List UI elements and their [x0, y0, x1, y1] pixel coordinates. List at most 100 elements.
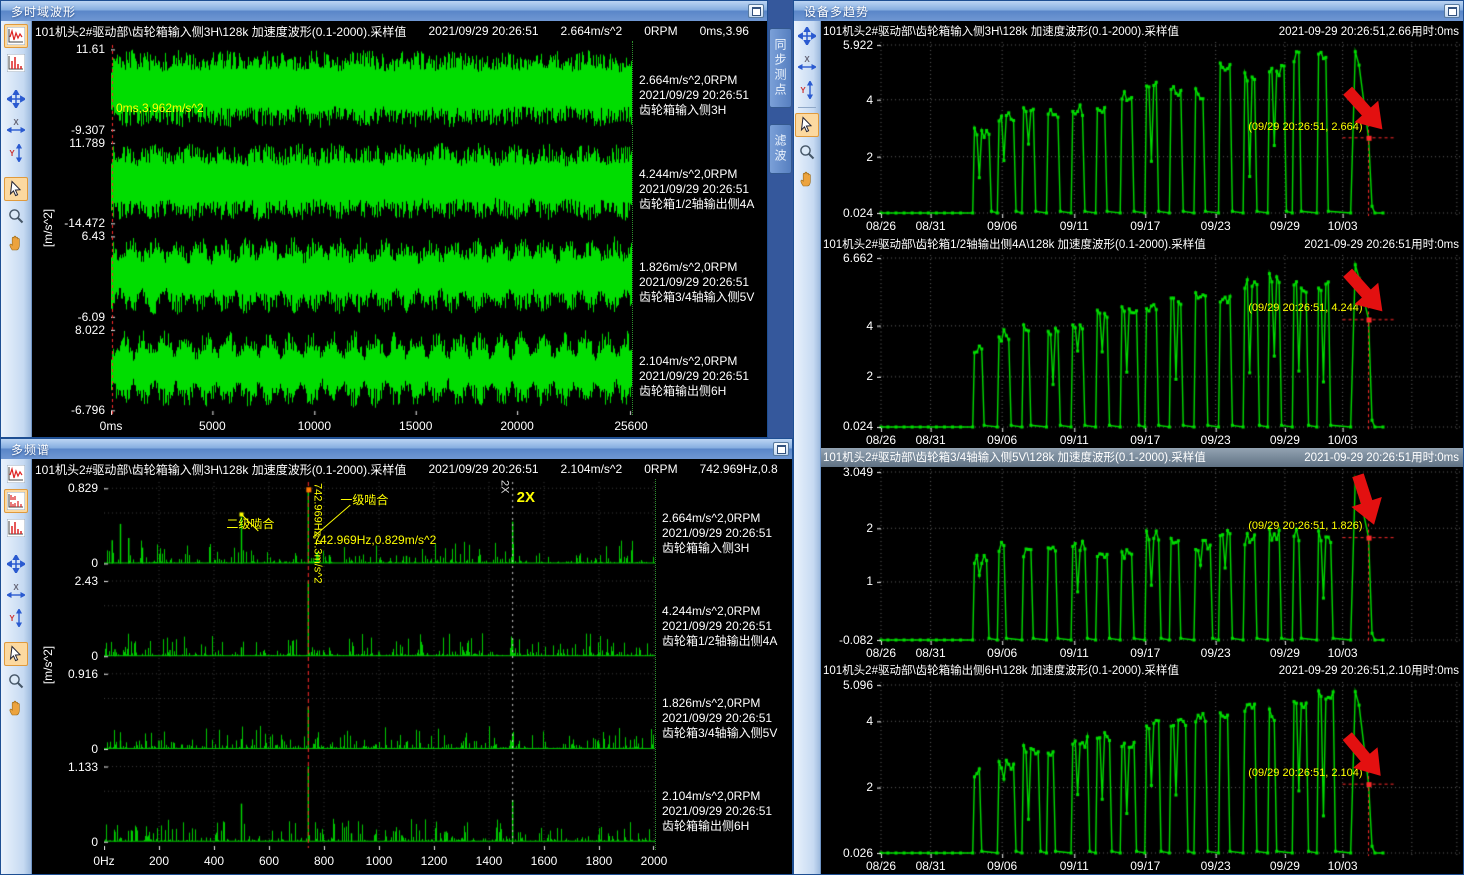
channel-time: 2021/09/29 20:26:51: [662, 804, 792, 819]
svg-text:X: X: [804, 55, 810, 64]
trend-chart-header[interactable]: 101机头2#驱动部\齿轮箱输出侧6H\128k 加速度波形(0.1-2000)…: [821, 661, 1463, 680]
channel-value: 1.826m/s^2,0RPM: [662, 696, 792, 711]
trend-chart-header[interactable]: 101机头2#驱动部\齿轮箱输入侧3H\128k 加速度波形(0.1-2000)…: [821, 21, 1463, 40]
hand-pan-icon[interactable]: [795, 167, 819, 191]
multi-spectrum-icon[interactable]: [4, 489, 28, 513]
tab-filter[interactable]: 滤波: [769, 124, 792, 174]
move-axes-icon[interactable]: [4, 552, 28, 576]
hand-pan-icon[interactable]: [4, 231, 28, 255]
restore-window-icon[interactable]: [1444, 4, 1460, 18]
waveform-toolbar: X Y: [1, 21, 32, 437]
trend-y-axis: 6.662 4 2 0.024: [821, 253, 877, 431]
x-axis-tick-label: 09/23: [1201, 859, 1231, 873]
svg-text:X: X: [13, 583, 19, 592]
magnifier-icon[interactable]: [4, 669, 28, 693]
cursor-readout: 742.969Hz,0.8: [700, 462, 778, 476]
trend-canvas[interactable]: [877, 467, 1463, 645]
channel-time: 2021/09/29 20:26:51: [662, 526, 792, 541]
trend-cursor-annotation: (09/29 20:26:51, 1.826): [1248, 520, 1362, 532]
move-axes-icon[interactable]: [4, 87, 28, 111]
amplitude-value: 2.664m/s^2: [561, 24, 623, 38]
trend-panel-titlebar[interactable]: 设备多趋势: [794, 1, 1463, 21]
trend-plot-area[interactable]: (09/29 20:26:51, 1.826): [877, 467, 1463, 645]
y-zoom-icon[interactable]: Y: [795, 78, 819, 102]
restore-glyph: [777, 445, 786, 454]
channel-name: 齿轮箱输入侧3H: [639, 103, 767, 118]
trend-x-axis: 08/2608/3109/0609/1109/1709/2309/2910/03: [821, 432, 1463, 448]
channel-info-block: 2.104m/s^2,0RPM2021/09/29 20:26:51齿轮箱输出侧…: [639, 322, 767, 416]
trend-canvas[interactable]: [877, 253, 1463, 431]
channel-info-block: 2.664m/s^2,0RPM2021/09/29 20:26:51齿轮箱输入侧…: [639, 41, 767, 135]
trend-plot-area[interactable]: (09/29 20:26:51, 2.664): [877, 40, 1463, 218]
trend-canvas[interactable]: [877, 680, 1463, 858]
amplitude-value: 2.104m/s^2: [561, 462, 623, 476]
magnifier-icon[interactable]: [795, 140, 819, 164]
x-axis-tick-label: 08/31: [916, 859, 946, 873]
pointer-cursor-icon[interactable]: [4, 177, 28, 201]
spectrum-plot-area[interactable]: 742.969Hz,4.3m/s^2 742.969Hz,0.829m/s^2 …: [104, 479, 655, 850]
y-zoom-icon[interactable]: Y: [4, 141, 28, 165]
magnifier-icon[interactable]: [4, 204, 28, 228]
channel-name: 齿轮箱输出侧6H: [662, 819, 792, 834]
channel-name: 齿轮箱3/4轴输入侧5V: [662, 726, 792, 741]
channel-name: 齿轮箱输入侧3H: [662, 541, 792, 556]
x-zoom-icon[interactable]: X: [795, 51, 819, 75]
measurement-path: 101机头2#驱动部\齿轮箱输入侧3H\128k 加速度波形(0.1-2000)…: [35, 461, 406, 478]
x-zoom-icon[interactable]: X: [4, 579, 28, 603]
channel-info-block: 2.664m/s^2,0RPM2021/09/29 20:26:51齿轮箱输入侧…: [662, 479, 792, 572]
trend-toolbar: X Y: [794, 21, 821, 874]
waveform-plot-area[interactable]: 0ms,3.962m/s^2: [111, 41, 632, 415]
channel-name: 齿轮箱3/4轴输入侧5V: [639, 290, 767, 305]
trend-plot-area[interactable]: (09/29 20:26:51, 2.104): [877, 680, 1463, 858]
pointer-cursor-icon[interactable]: [795, 113, 819, 137]
waveform-panel: 多时域波形 X Y 101机头2#驱动部\齿轮箱输入侧3H\128k 加速度波形…: [0, 0, 768, 438]
waveform-channel-info-column: 2.664m/s^2,0RPM2021/09/29 20:26:51齿轮箱输入侧…: [632, 41, 767, 415]
restore-window-icon[interactable]: [748, 4, 764, 18]
spectrum-toolbar: X Y: [1, 459, 32, 874]
spectrum-icon[interactable]: [4, 516, 28, 540]
channel-name: 齿轮箱1/2轴输出侧4A: [639, 197, 767, 212]
y-axis-max-label: 1.133: [68, 760, 98, 774]
x-axis-tick-label: 09/17: [1130, 433, 1160, 447]
x-zoom-icon[interactable]: X: [4, 114, 28, 138]
x-axis-tick-label: 09/29: [1270, 219, 1300, 233]
y-axis-max-label: 0.916: [68, 667, 98, 681]
pointer-cursor-icon[interactable]: [4, 642, 28, 666]
trend-cursor-annotation: (09/29 20:26:51, 2.104): [1248, 767, 1362, 779]
y-axis-tick-label: 2: [866, 150, 873, 164]
spectrum-chart-header: 101机头2#驱动部\齿轮箱输入侧3H\128k 加速度波形(0.1-2000)…: [32, 459, 792, 479]
hand-pan-icon[interactable]: [4, 696, 28, 720]
trend-y-axis: 5.096 4 2 0.026: [821, 680, 877, 858]
channel-name: 齿轮箱1/2轴输出侧4A: [662, 634, 792, 649]
channel-info-block: 1.826m/s^2,0RPM2021/09/29 20:26:51齿轮箱3/4…: [662, 665, 792, 758]
x-axis-tick-label: 20000: [500, 419, 533, 433]
spectrum-panel-titlebar[interactable]: 多频谱: [1, 439, 792, 459]
channel-value: 4.244m/s^2,0RPM: [639, 167, 767, 182]
trend-chart-header[interactable]: 101机头2#驱动部\齿轮箱1/2轴输出侧4A\128k 加速度波形(0.1-2…: [821, 234, 1463, 253]
waveform-canvas[interactable]: [111, 41, 632, 415]
x-axis-tick-label: 09/23: [1201, 219, 1231, 233]
x-axis-tick-label: 08/31: [916, 433, 946, 447]
y-axis-tick-label: 4: [866, 319, 873, 333]
restore-window-icon[interactable]: [773, 442, 789, 456]
move-axes-icon[interactable]: [795, 24, 819, 48]
x-axis-tick-label: 2000: [641, 854, 668, 868]
x-axis-tick-label: 09/17: [1130, 219, 1160, 233]
x-axis-tick-label: 08/31: [916, 646, 946, 660]
y-axis-tick-label: 2: [866, 369, 873, 383]
waveform-panel-titlebar[interactable]: 多时域波形: [1, 1, 767, 21]
time-waveform-icon[interactable]: [4, 24, 28, 48]
trend-plot-area[interactable]: (09/29 20:26:51, 4.244): [877, 253, 1463, 431]
spectrum-icon[interactable]: [4, 51, 28, 75]
waveform-panel-title: 多时域波形: [11, 3, 748, 20]
trend-chart-header[interactable]: 101机头2#驱动部\齿轮箱3/4轴输入侧5V\128k 加速度波形(0.1-2…: [821, 448, 1463, 467]
y-zoom-icon[interactable]: Y: [4, 606, 28, 630]
y-axis-unit-label: [m/s^2]: [41, 645, 55, 683]
trend-canvas[interactable]: [877, 40, 1463, 218]
toolbar-separator: [798, 107, 816, 108]
time-waveform-icon[interactable]: [4, 462, 28, 486]
restore-glyph: [752, 7, 761, 16]
y-axis-tick-label: 3.049: [843, 465, 873, 479]
trend-chart: 101机头2#驱动部\齿轮箱3/4轴输入侧5V\128k 加速度波形(0.1-2…: [821, 448, 1463, 661]
tab-sync-points[interactable]: 同步测点: [769, 28, 792, 108]
